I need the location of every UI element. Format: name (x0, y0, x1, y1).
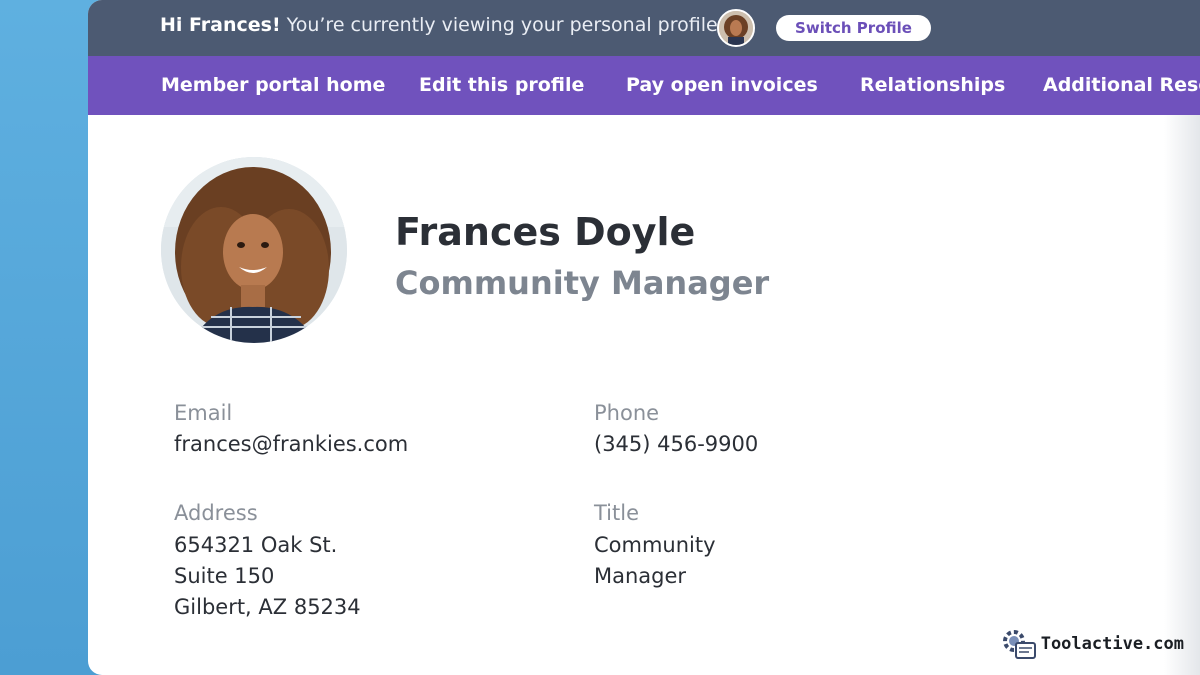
nav-additional-resources[interactable]: Additional Resou (1043, 74, 1200, 96)
switch-profile-button[interactable]: Switch Profile (776, 15, 931, 41)
profile-card: Hi Frances! You’re currently viewing your… (88, 0, 1200, 675)
nav-member-portal-home[interactable]: Member portal home (161, 74, 385, 96)
address-line-2: Suite 150 (174, 564, 275, 588)
phone-label: Phone (594, 401, 660, 425)
email-label: Email (174, 401, 233, 425)
mini-avatar-portrait (719, 11, 753, 45)
nav-pay-open-invoices[interactable]: Pay open invoices (626, 74, 818, 96)
address-line-3: Gilbert, AZ 85234 (174, 595, 361, 619)
nav-edit-profile[interactable]: Edit this profile (419, 74, 584, 96)
nav-relationships[interactable]: Relationships (860, 74, 1005, 96)
profile-name: Frances Doyle (395, 210, 696, 254)
top-bar: Hi Frances! You’re currently viewing your… (88, 0, 1200, 56)
title-line-2: Manager (594, 564, 687, 588)
title-label: Title (594, 501, 640, 525)
profile-role: Community Manager (395, 264, 770, 302)
greeting-text: Hi Frances! You’re currently viewing your… (160, 14, 718, 36)
current-user-avatar[interactable] (717, 9, 755, 47)
phone-value[interactable]: (345) 456-9900 (594, 429, 758, 460)
profile-portrait (161, 157, 347, 343)
watermark: Toolactive.com (1001, 628, 1184, 660)
greeting-message: You’re currently viewing your personal p… (286, 14, 718, 36)
email-value[interactable]: frances@frankies.com (174, 429, 408, 460)
title-line-1: Community (594, 533, 716, 557)
profile-photo (161, 157, 347, 343)
card-edge-shadow (1164, 115, 1200, 675)
watermark-text: Toolactive.com (1040, 634, 1184, 654)
main-nav: Member portal home Edit this profile Pay… (88, 56, 1200, 115)
gear-icon (1002, 630, 1036, 659)
greeting-name: Hi Frances! (160, 14, 281, 36)
address-line-1: 654321 Oak St. (174, 533, 338, 557)
address-label: Address (174, 501, 258, 525)
